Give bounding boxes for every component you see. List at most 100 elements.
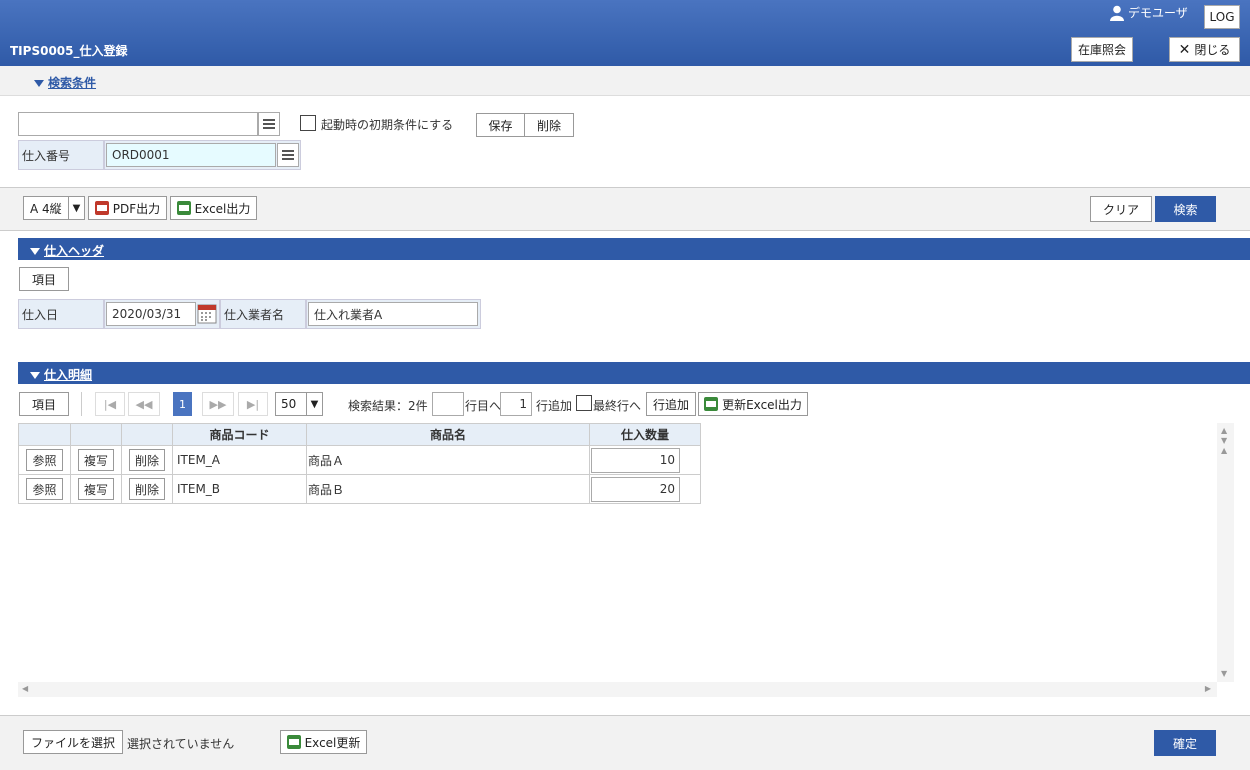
row-delete-cell: 削除 [121,445,173,475]
item-name-cell: 商品Ａ [306,445,590,475]
pdf-icon [94,201,109,215]
excel-icon [176,201,191,215]
search-button[interactable]: 検索 [1155,196,1216,222]
row-delete-cell: 削除 [121,474,173,504]
collapse-triangle-icon [30,372,40,379]
stock-inquiry-button[interactable]: 在庫照会 [1071,37,1133,62]
supplier-name-label: 仕入業者名 [220,299,306,329]
scroll-right-icon[interactable]: ▶ [1205,684,1211,693]
dropdown-arrow-icon: ▼ [306,393,322,415]
row-ref-cell: 参照 [18,474,71,504]
copy-row-button[interactable]: 複写 [77,449,114,471]
close-button[interactable]: ✕ 閉じる [1169,37,1240,62]
header-item-code: 商品コード [172,423,307,446]
table-row: 参照 複写 削除 ITEM_B 商品Ｂ 20 [18,474,701,504]
user-info: デモユーザ [1110,4,1188,21]
order-number-input[interactable]: ORD0001 [106,143,276,167]
confirm-button[interactable]: 確定 [1154,730,1216,756]
calendar-icon[interactable] [197,302,217,324]
last-row-label: 最終行へ [593,399,642,413]
startup-default-label: 起動時の初期条件にする [321,118,454,132]
details-item-button[interactable]: 項目 [19,392,69,416]
pager-divider [81,392,82,416]
copy-row-button[interactable]: 複写 [77,478,114,500]
delete-row-button[interactable]: 削除 [128,449,165,471]
reference-button[interactable]: 参照 [26,478,63,500]
purchase-header-item-button[interactable]: 項目 [19,267,69,291]
close-icon: ✕ [1178,41,1191,58]
vertical-scrollbar[interactable]: ▲ ▼ ▲ ▼ [1217,423,1234,682]
next-page-icon[interactable]: ▶▶ [202,392,234,416]
search-section-bar [0,66,1250,96]
save-condition-button[interactable]: 保存 [476,113,525,137]
excel-icon [286,735,301,749]
result-count: 検索結果：2件 [348,399,428,413]
app-header: デモユーザ LOG TIPS0005_仕入登録 在庫照会 ✕ 閉じる [0,0,1250,66]
purchase-date-label: 仕入日 [18,299,104,329]
excel-icon [704,397,719,411]
header-item-name: 商品名 [306,423,590,446]
header-ref-column [18,423,71,446]
last-row-checkbox[interactable] [576,395,592,411]
row-copy-cell: 複写 [70,474,122,504]
quantity-cell: 20 [589,474,701,504]
condition-name-input[interactable] [18,112,258,136]
add-rows-label: 行追加 [536,399,573,413]
goto-row-input[interactable] [432,392,464,416]
page-size-select[interactable]: 50 ▼ [275,392,323,416]
last-page-icon[interactable]: ▶| [238,392,268,416]
paper-size-select[interactable]: A 4縦 ▼ [23,196,85,220]
reference-button[interactable]: 参照 [26,449,63,471]
startup-default-checkbox[interactable] [300,115,316,131]
supplier-name-input[interactable]: 仕入れ業者A [308,302,478,326]
update-excel-export-button[interactable]: 更新Excel出力 [698,392,808,416]
collapse-triangle-icon [34,80,44,87]
purchase-header-section-bar [18,238,1250,260]
search-section-toggle[interactable]: 検索条件 [34,74,96,91]
current-page-button[interactable]: 1 [173,392,192,416]
purchase-date-input[interactable]: 2020/03/31 [106,302,196,326]
purchase-header-toggle[interactable]: 仕入ヘッダ [30,242,104,259]
dropdown-arrow-icon: ▼ [68,197,84,219]
horizontal-scrollbar[interactable]: ◀ ▶ [18,682,1217,697]
row-copy-cell: 複写 [70,445,122,475]
quantity-cell: 10 [589,445,701,475]
header-copy-column [70,423,122,446]
prev-page-icon[interactable]: ◀◀ [128,392,160,416]
add-rows-count-input[interactable]: 1 [500,392,532,416]
scroll-left-icon[interactable]: ◀ [22,684,28,693]
item-name-cell: 商品Ｂ [306,474,590,504]
purchase-details-toggle[interactable]: 仕入明細 [30,366,92,383]
delete-condition-button[interactable]: 削除 [524,113,574,137]
clear-button[interactable]: クリア [1090,196,1152,222]
scroll-down-icon[interactable]: ▼ [1221,669,1227,678]
user-name: デモユーザ [1128,6,1188,20]
header-delete-column [121,423,173,446]
purchase-details-section-bar [18,362,1250,384]
header-quantity: 仕入数量 [589,423,701,446]
excel-export-button[interactable]: Excel出力 [170,196,257,220]
add-row-button[interactable]: 行追加 [646,392,696,416]
collapse-triangle-icon [30,248,40,255]
details-grid: 商品コード 商品名 仕入数量 参照 複写 削除 ITEM_A 商品Ａ 10 参照… [18,423,701,504]
page-title: TIPS0005_仕入登録 [10,44,128,58]
logout-button[interactable]: LOG [1204,5,1240,29]
delete-row-button[interactable]: 削除 [128,478,165,500]
condition-list-button[interactable] [258,112,280,136]
order-number-label: 仕入番号 [18,140,104,170]
first-page-icon[interactable]: |◀ [95,392,125,416]
quantity-input[interactable]: 20 [591,476,680,502]
item-code-cell: ITEM_B [172,474,307,504]
excel-update-button[interactable]: Excel更新 [280,730,367,754]
quantity-input[interactable]: 10 [591,447,680,473]
row-ref-cell: 参照 [18,445,71,475]
file-status-text: 選択されていません [127,737,235,751]
pdf-export-button[interactable]: PDF出力 [88,196,167,220]
choose-file-button[interactable]: ファイルを選択 [23,730,123,754]
item-code-cell: ITEM_A [172,445,307,475]
grid-header-row: 商品コード 商品名 仕入数量 [18,423,701,446]
scroll-up-icon[interactable]: ▲ ▼ ▲ [1221,426,1227,456]
order-number-list-button[interactable] [277,143,299,167]
user-icon [1110,5,1124,21]
goto-row-label: 行目へ [465,399,502,413]
